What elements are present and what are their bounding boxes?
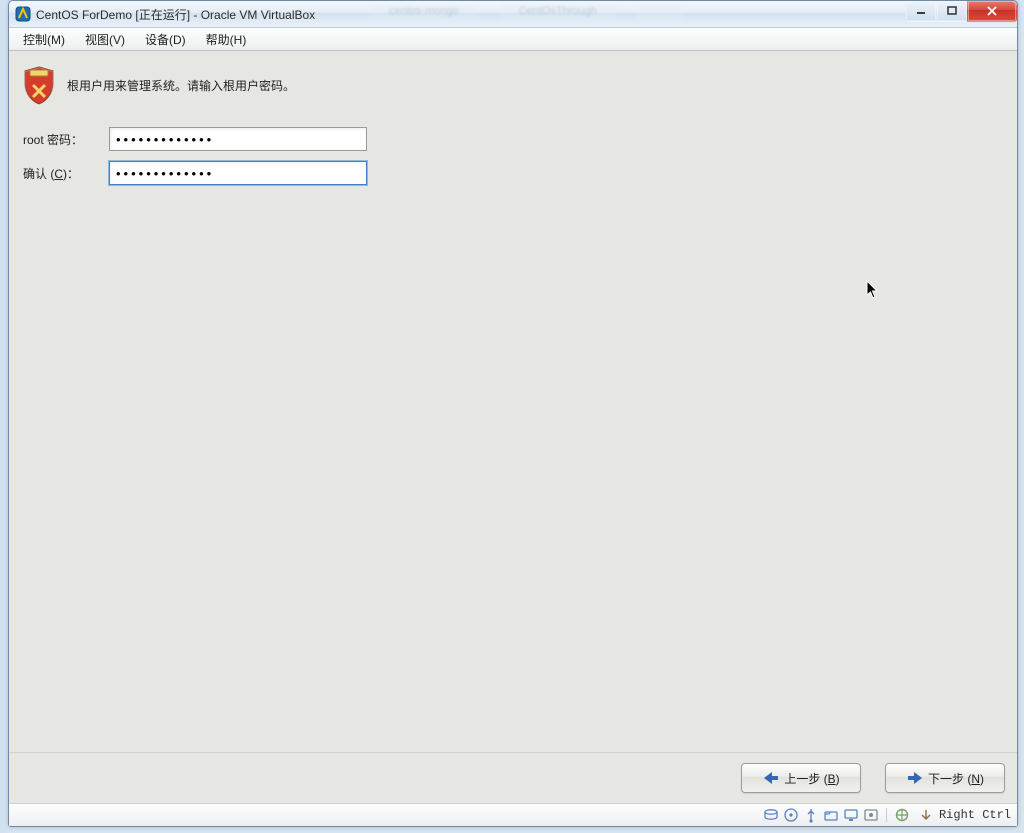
next-button[interactable]: 下一步 (N) [885,763,1005,793]
window-maximize-button[interactable] [936,1,968,22]
root-password-input[interactable] [109,127,367,151]
wizard-nav: 上一步 (B) 下一步 (N) [9,752,1017,803]
shield-icon [21,65,57,105]
menubar: 控制(M) 视图(V) 设备(D) 帮助(H) [9,28,1017,51]
confirm-password-label: 确认 (C)： [21,165,109,182]
menu-devices[interactable]: 设备(D) [135,28,196,51]
window-minimize-button[interactable] [905,1,937,22]
window-close-button[interactable] [967,1,1017,22]
hard-disk-icon[interactable] [763,807,779,823]
mouse-integration-icon[interactable] [894,807,910,823]
back-button-label: 上一步 (B) [784,770,839,787]
arrow-right-icon [906,771,924,785]
shared-folders-icon[interactable] [823,807,839,823]
display-icon[interactable] [843,807,859,823]
arrow-left-icon [762,771,780,785]
background-blur: centos-mongoCentOsThrough [369,3,683,23]
usb-icon[interactable] [803,807,819,823]
virtualbox-app-icon [15,6,31,22]
statusbar: Right Ctrl [9,803,1017,826]
menu-control[interactable]: 控制(M) [13,28,75,51]
next-button-label: 下一步 (N) [928,770,984,787]
host-key-arrow-icon [918,807,934,823]
menu-help[interactable]: 帮助(H) [196,28,257,51]
window-title: CentOS ForDemo [正在运行] - Oracle VM Virtua… [36,6,315,23]
menu-view[interactable]: 视图(V) [75,28,135,51]
optical-disc-icon[interactable] [783,807,799,823]
installer-step-root-password: 根用户用来管理系统。请输入根用户密码。 root 密码： 确认 (C)： [9,51,1017,803]
back-button[interactable]: 上一步 (B) [741,763,861,793]
statusbar-divider [886,808,887,822]
installer-header-text: 根用户用来管理系统。请输入根用户密码。 [67,77,295,94]
host-key-label: Right Ctrl [939,808,1011,822]
virtualbox-window: CentOS ForDemo [正在运行] - Oracle VM Virtua… [8,0,1018,827]
titlebar[interactable]: CentOS ForDemo [正在运行] - Oracle VM Virtua… [9,1,1017,28]
guest-display: 根用户用来管理系统。请输入根用户密码。 root 密码： 确认 (C)： [9,51,1017,803]
root-password-label: root 密码： [21,131,109,148]
recording-icon[interactable] [863,807,879,823]
confirm-password-input[interactable] [109,161,367,185]
